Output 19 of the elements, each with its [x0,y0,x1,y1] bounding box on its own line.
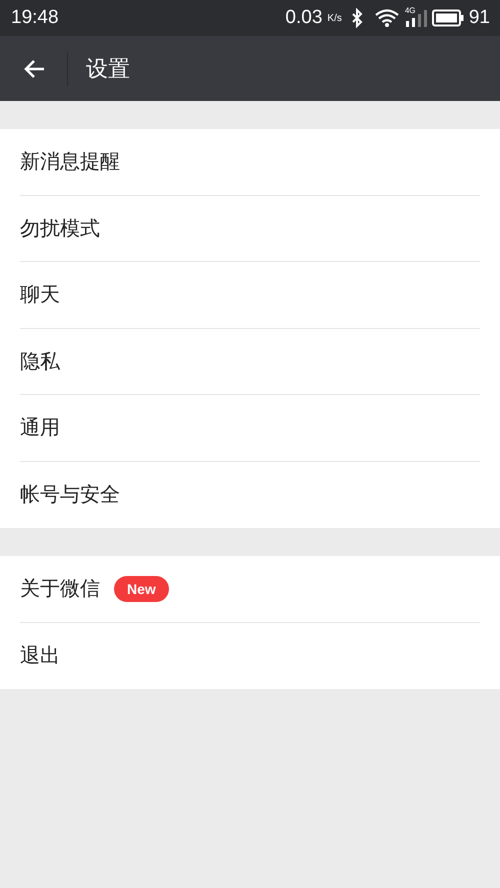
page-title: 设置 [86,56,130,84]
bluetooth-icon [350,8,363,28]
wifi-icon [374,8,400,28]
speed-unit: K/s [327,12,342,24]
settings-item[interactable]: 退出 [20,642,60,670]
signal-icon [404,8,427,28]
settings-item[interactable]: 聊天 [20,281,60,308]
settings-item[interactable]: 关于微信 [20,575,100,602]
settings-item[interactable]: 帐号与安全 [20,481,120,508]
new-badge: New [114,576,169,602]
battery-level: 91 [468,7,490,29]
settings-item[interactable]: 新消息提醒 [20,148,120,176]
network-speed: 0.03 [285,7,322,29]
network-type: 4G [404,6,416,15]
settings-item[interactable]: 隐私 [20,348,60,375]
battery-icon [432,9,464,27]
settings-item[interactable]: 通用 [20,414,60,442]
status-time: 19:48 [11,7,59,29]
settings-item[interactable]: 勿扰模式 [20,214,100,242]
